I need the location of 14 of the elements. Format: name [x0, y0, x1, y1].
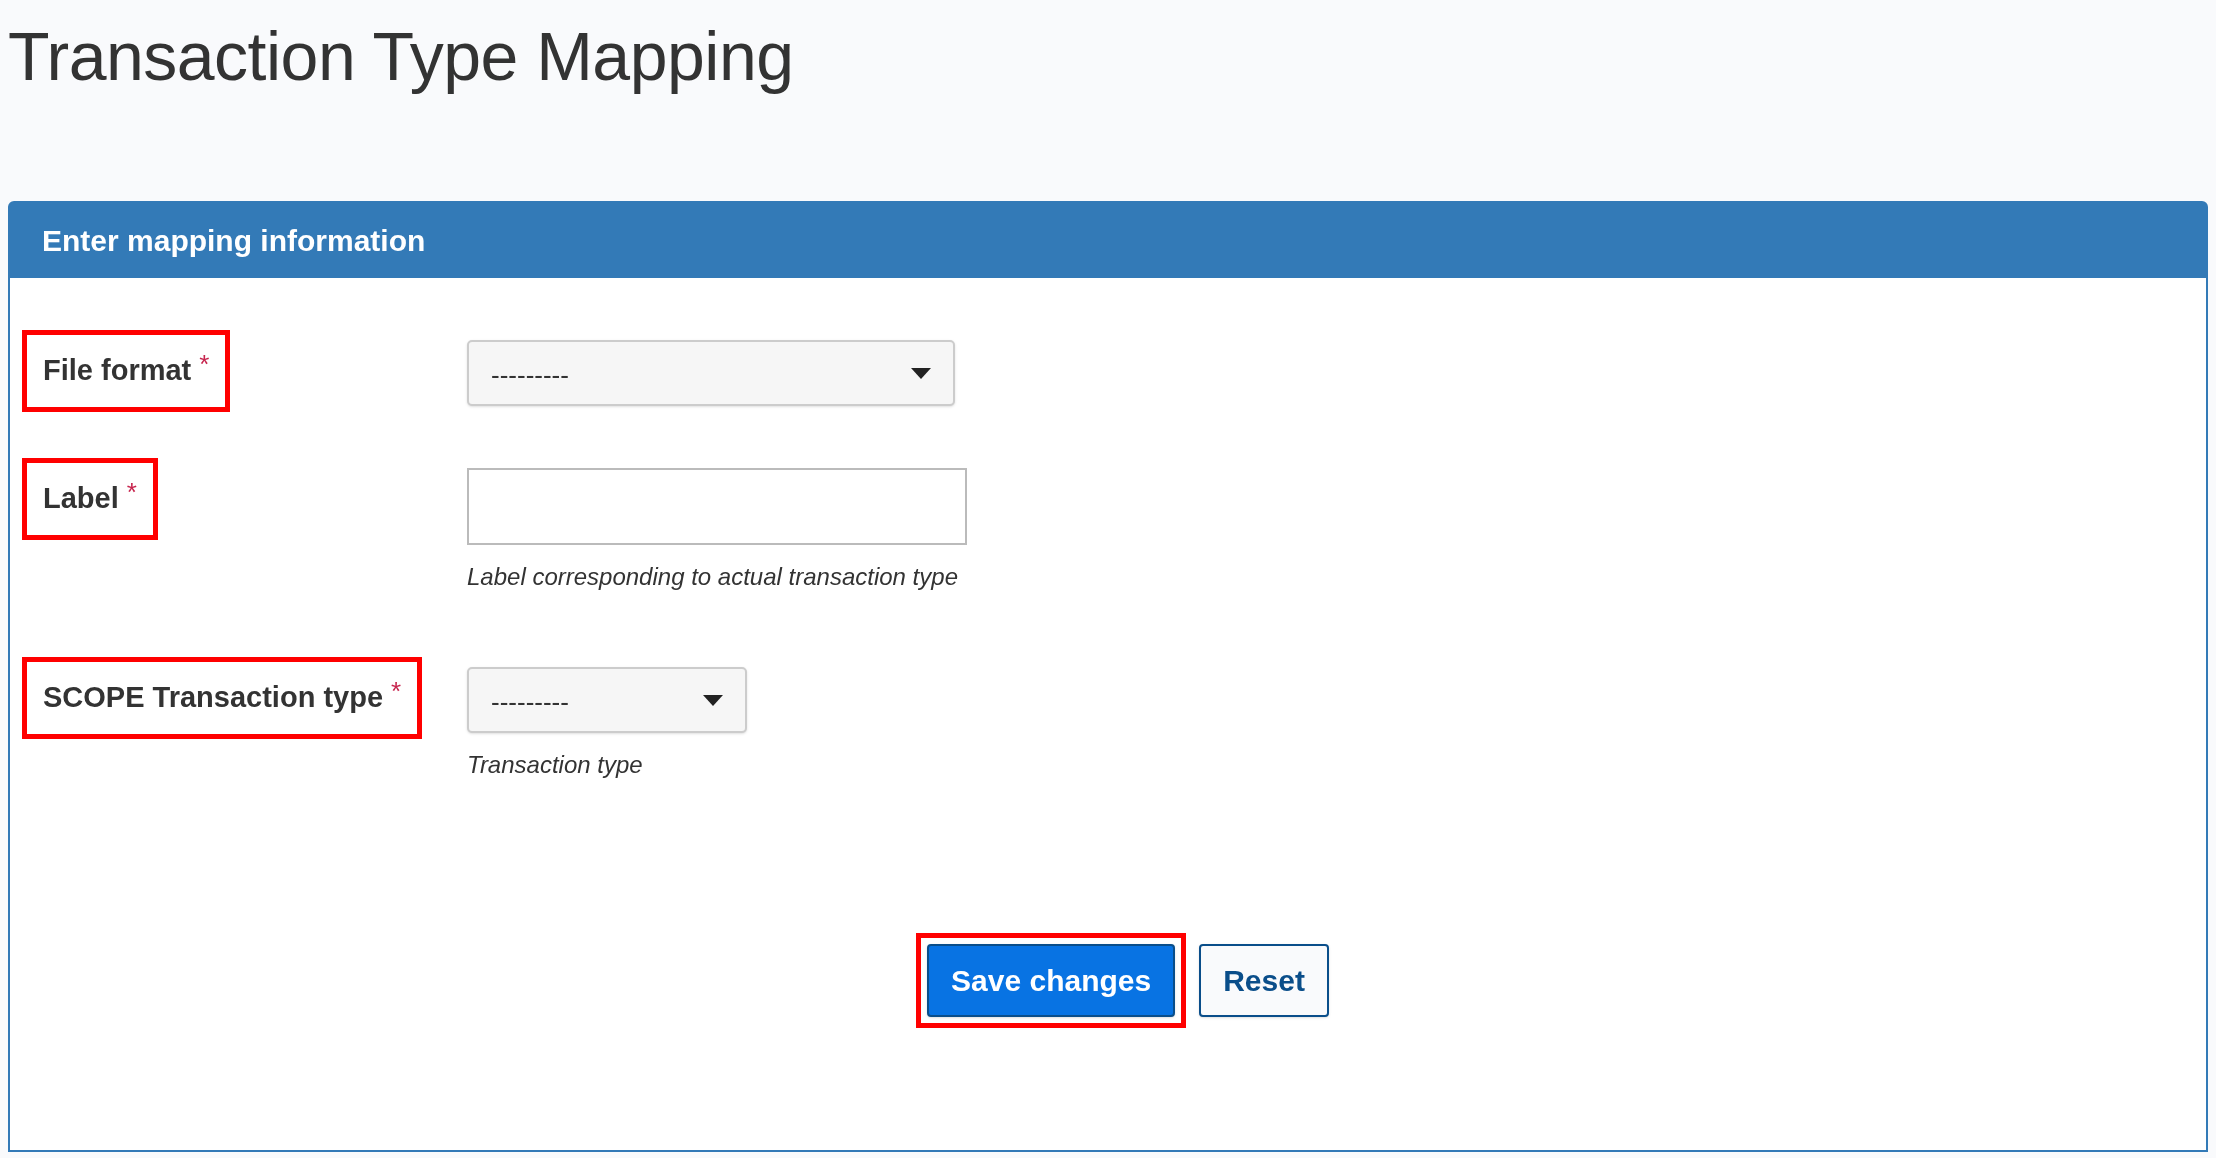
field-label: Label * [22, 458, 158, 540]
save-button[interactable]: Save changes [927, 944, 1176, 1017]
caret-icon [703, 694, 723, 706]
reset-button[interactable]: Reset [1199, 944, 1329, 1017]
help-text: Label corresponding to actual transaction type [467, 562, 959, 592]
select-dropdown[interactable]: --------- [467, 667, 747, 733]
help-text: Transaction type [467, 750, 644, 780]
field-label: File format * [22, 330, 231, 412]
select-dropdown[interactable]: --------- [467, 340, 955, 406]
page-title: Transaction Type Mapping [8, 17, 795, 96]
field-label: SCOPE Transaction type * [22, 657, 423, 739]
label-input[interactable] [467, 468, 967, 545]
caret-icon [911, 367, 931, 379]
panel-title: Enter mapping information [42, 223, 426, 259]
